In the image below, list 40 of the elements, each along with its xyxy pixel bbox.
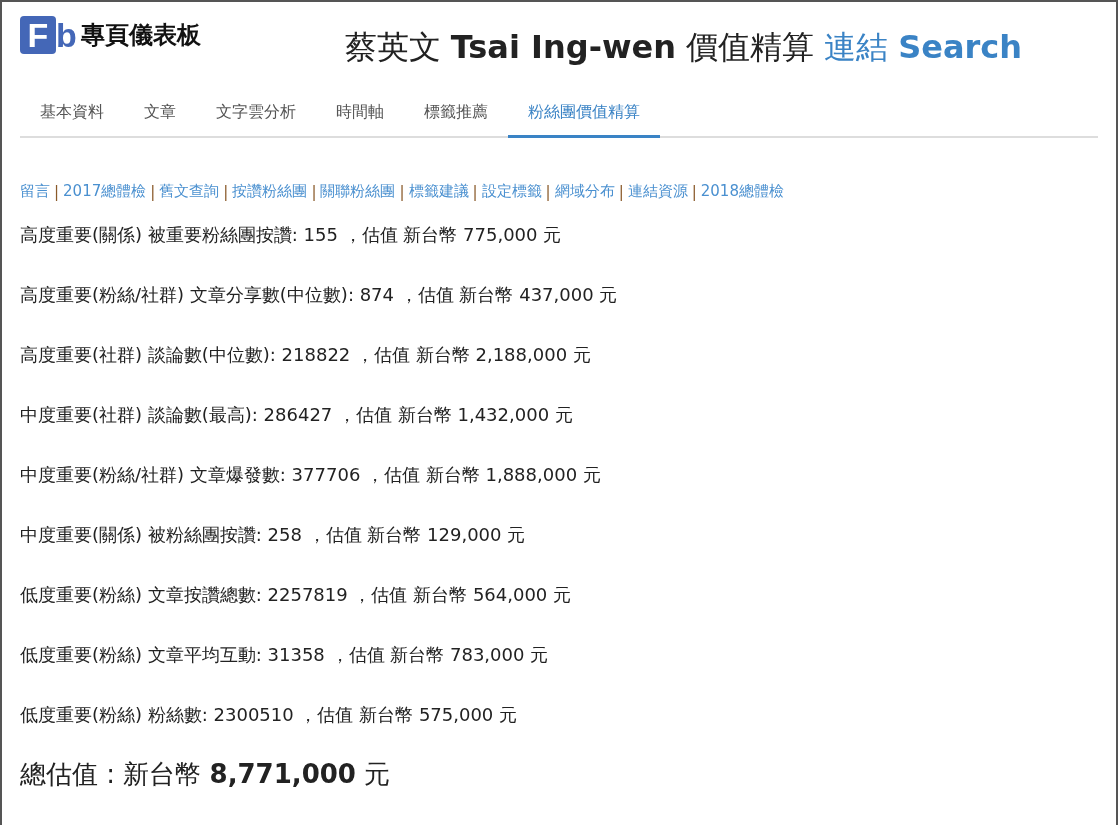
sub-link[interactable]: 2017總體檢 [63,182,147,201]
link-separator: | [54,182,60,201]
link-separator: | [545,182,551,201]
nav-tab[interactable]: 文字雲分析 [196,94,316,138]
valuation-line: 中度重要(社群) 談論數(最高): 286427 ，估值 新台幣 1,432,000 元 [20,403,574,427]
sub-link[interactable]: 2018總體檢 [700,182,784,201]
link-separator: | [399,182,405,201]
page-title: 蔡英文 Tsai Ing-wen 價值精算 [344,27,815,68]
nav-tab[interactable]: 基本資料 [20,94,124,138]
nav-tab[interactable]: 時間軸 [316,94,404,138]
logo-mark: F b [20,16,77,54]
link-separator: | [472,182,478,201]
valuation-line: 低度重要(粉絲) 粉絲數: 2300510 ，估值 新台幣 575,000 元 [20,703,519,727]
valuation-line: 高度重要(粉絲/社群) 文章分享數(中位數): 874 ，估值 新台幣 437,000 元 [20,283,619,307]
nav-tab[interactable]: 粉絲團價值精算 [508,94,660,138]
link-separator: | [223,182,229,201]
sub-link[interactable]: 關聯粉絲團 [320,182,396,201]
sub-link[interactable]: 舊文查詢 [159,182,220,201]
nav-tab[interactable]: 文章 [124,94,196,138]
logo-text: 專頁儀表板 [80,20,201,51]
link-separator: | [150,182,156,201]
sub-link[interactable]: 連結資源 [627,182,688,201]
valuation-line: 高度重要(關係) 被重要粉絲團按讚: 155 ，估值 新台幣 775,000 元 [20,223,563,247]
link-separator: | [691,182,697,201]
valuation-line: 低度重要(粉絲) 文章按讚總數: 2257819 ，估值 新台幣 564,000 元 [20,583,573,607]
sub-link[interactable]: 標籤建議 [408,182,469,201]
link-separator: | [311,182,317,201]
nav-tab[interactable]: 標籤推薦 [404,94,508,138]
sub-link[interactable]: 留言 [20,182,50,201]
valuation-line: 中度重要(粉絲/社群) 文章爆發數: 377706 ，估值 新台幣 1,888,000 元 [20,463,602,487]
sub-link[interactable]: 按讚粉絲團 [232,182,308,201]
sub-link[interactable]: 網域分布 [554,182,615,201]
sub-link[interactable]: 設定標籤 [481,182,542,201]
link-separator: | [618,182,624,201]
valuation-line: 中度重要(關係) 被粉絲團按讚: 258 ，估值 新台幣 129,000 元 [20,523,527,547]
total-valuation: 總估值 : 新台幣 8,771,000 元 [20,758,392,791]
valuation-line: 高度重要(社群) 談論數(中位數): 218822 ，估值 新台幣 2,188,000 元 [20,343,592,367]
header-link[interactable]: Search [898,28,1022,66]
valuation-line: 低度重要(粉絲) 文章平均互動: 31358 ，估值 新台幣 783,000 元 [20,643,550,667]
header-link[interactable]: 連結 [824,26,889,70]
